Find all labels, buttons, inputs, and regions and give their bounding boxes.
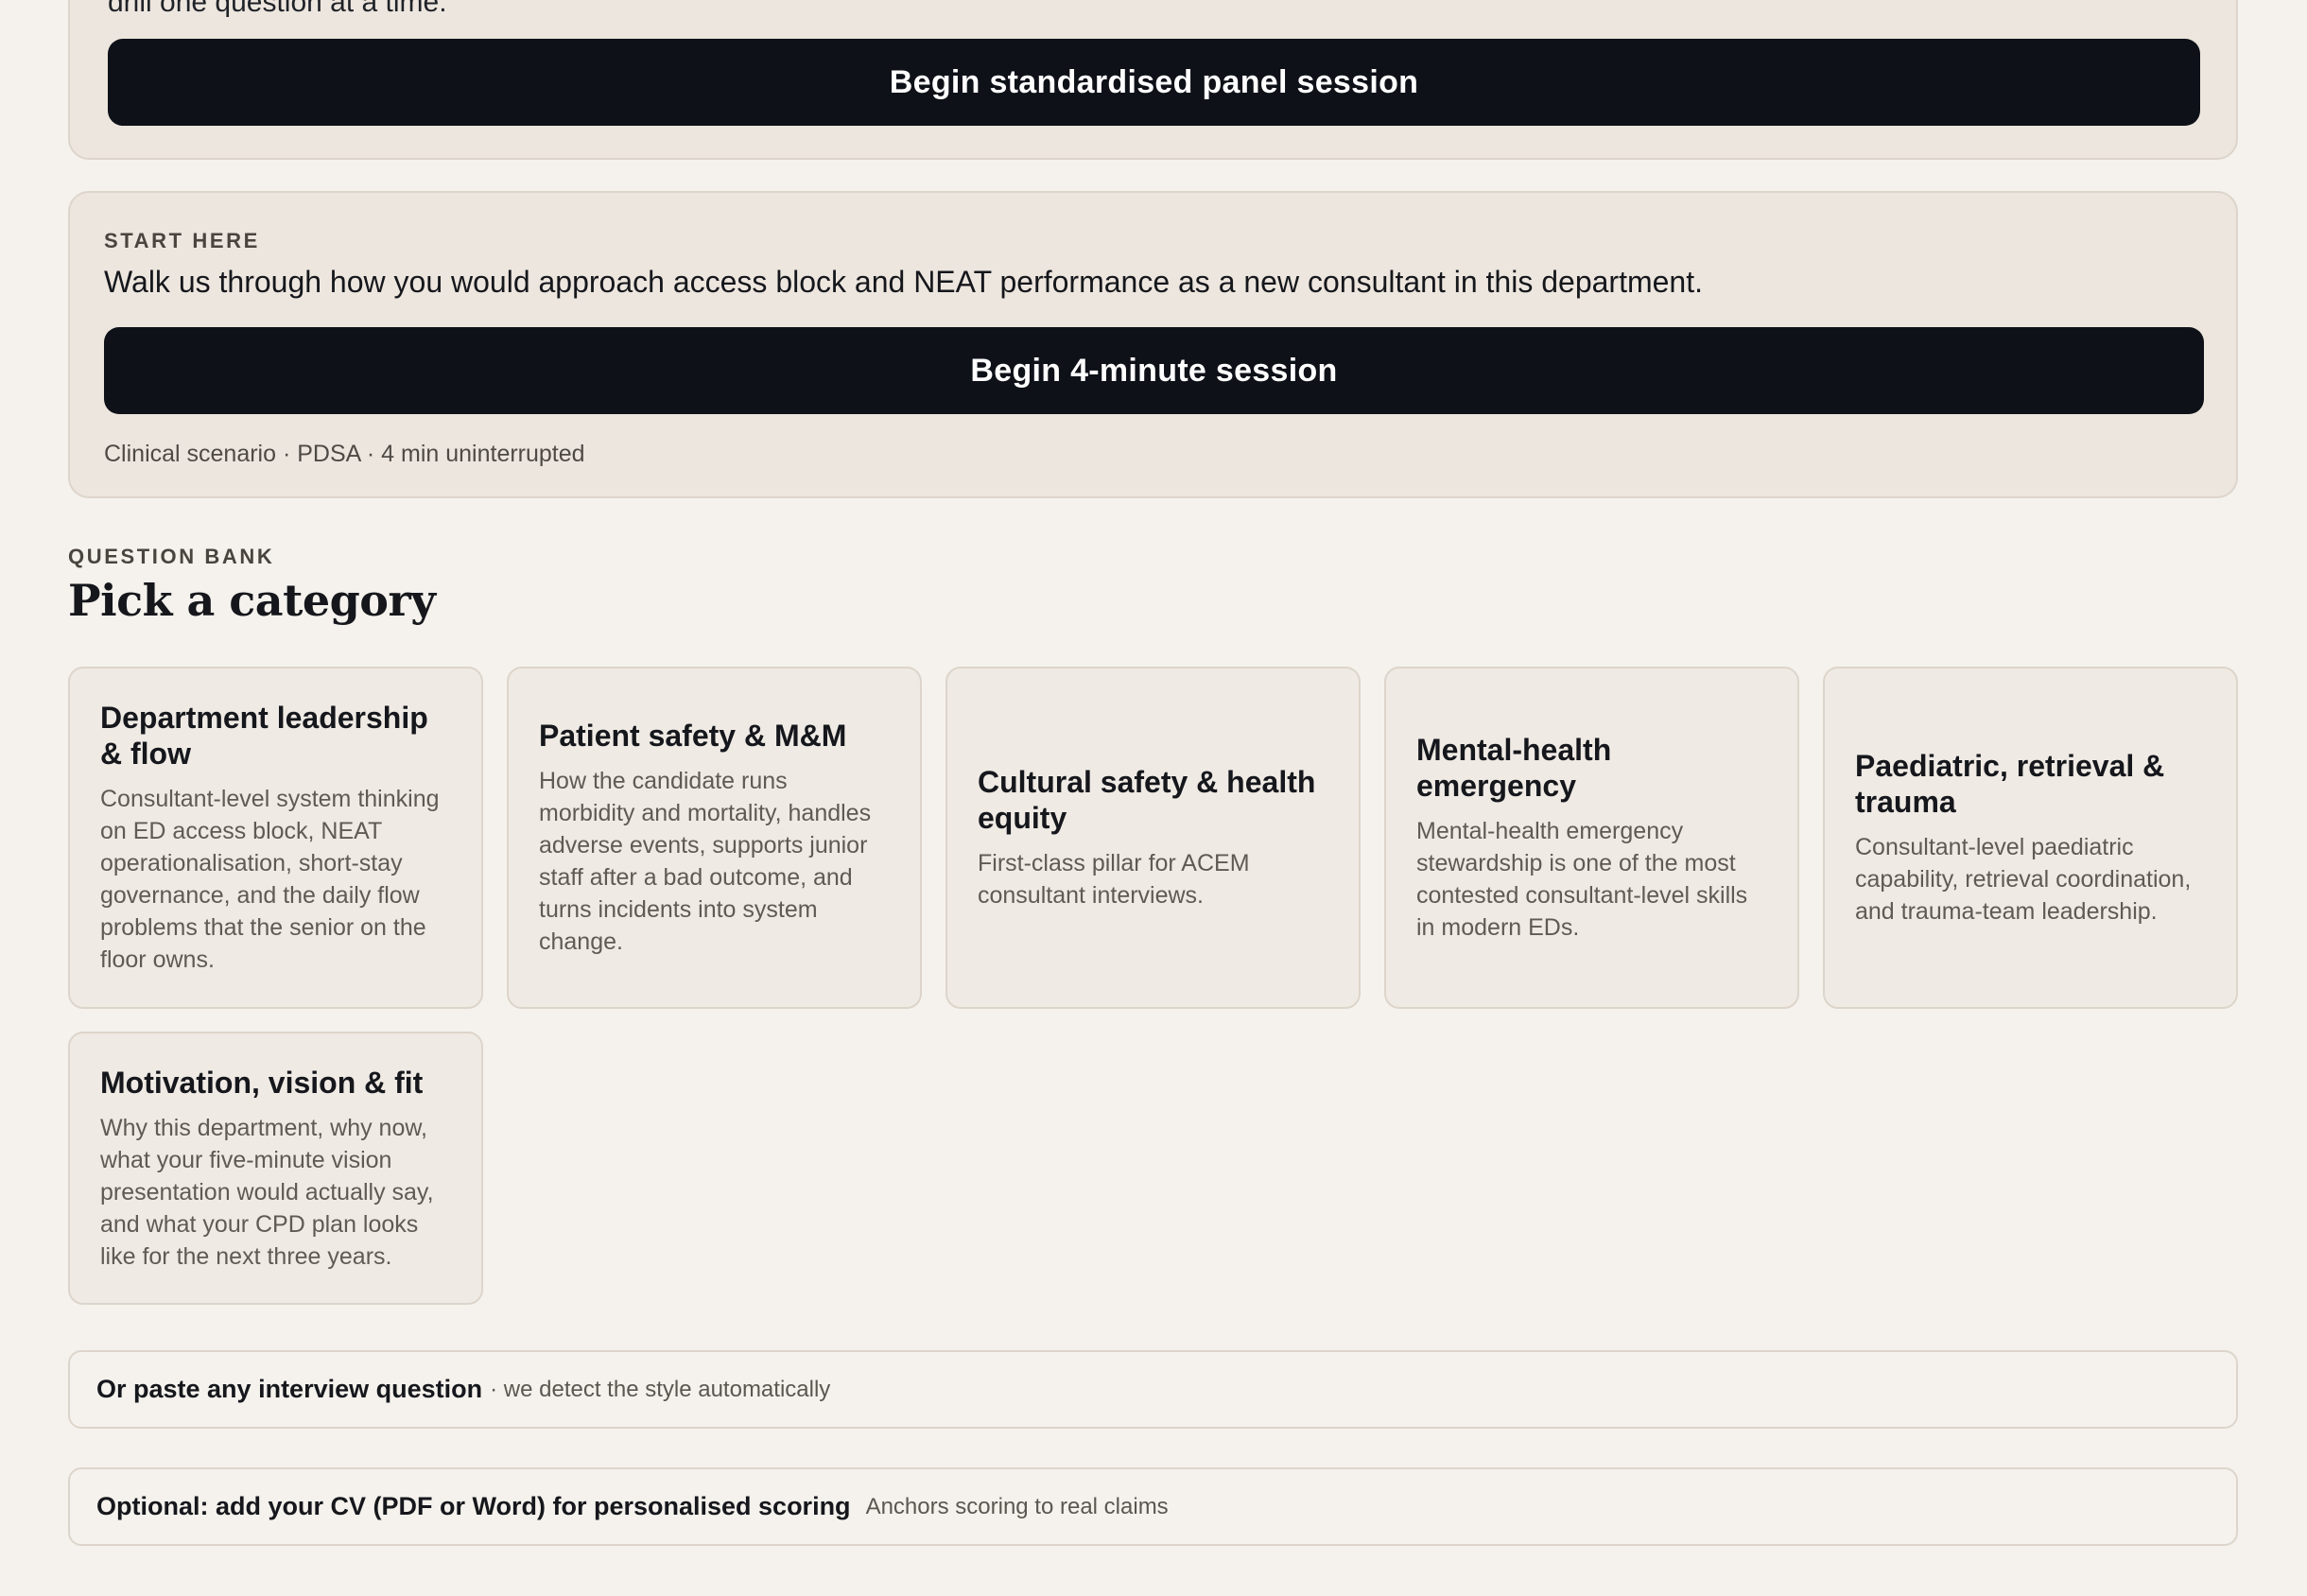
- category-title: Mental-health emergency: [1416, 733, 1612, 803]
- category-card-motivation-vision-fit[interactable]: Motivation, vision & fit Why this depart…: [68, 1032, 483, 1305]
- start-here-card: START HERE Walk us through how you would…: [68, 191, 2238, 498]
- category-card-mental-health[interactable]: Mental-health emergency Mental-health em…: [1384, 667, 1799, 1009]
- category-title: Motivation, vision & fit: [100, 1065, 424, 1100]
- cv-upload-toggle[interactable]: Optional: add your CV (PDF or Word) for …: [68, 1467, 2238, 1546]
- begin-standardised-panel-button[interactable]: Begin standardised panel session: [108, 39, 2200, 126]
- paste-question-toggle[interactable]: Or paste any interview question · we det…: [68, 1350, 2238, 1429]
- category-title: Department leadership & flow: [100, 701, 428, 771]
- cv-upload-hint: Anchors scoring to real claims: [865, 1493, 1169, 1519]
- paste-question-label: Or paste any interview question: [96, 1375, 483, 1403]
- panel-description: drill one question at a time.: [108, 0, 447, 18]
- category-card-cultural-safety[interactable]: Cultural safety & health equity First-cl…: [945, 667, 1361, 1009]
- category-description: Consultant-level paediatric capability, …: [1855, 834, 2192, 925]
- standardised-panel-card: drill one question at a time. Begin stan…: [68, 0, 2238, 160]
- category-description: Why this department, why now, what your …: [100, 1114, 434, 1270]
- category-description: How the candidate runs morbidity and mor…: [539, 768, 872, 955]
- question-bank-eyebrow: QUESTION BANK: [68, 545, 275, 568]
- session-meta: Clinical scenario · PDSA · 4 min uninter…: [104, 441, 585, 467]
- category-card-department-leadership[interactable]: Department leadership & flow Consultant-…: [68, 667, 483, 1009]
- category-card-paediatric-retrieval-trauma[interactable]: Paediatric, retrieval & trauma Consultan…: [1823, 667, 2238, 1009]
- category-title: Cultural safety & health equity: [978, 765, 1316, 835]
- cv-upload-label: Optional: add your CV (PDF or Word) for …: [96, 1492, 851, 1520]
- begin-session-button[interactable]: Begin 4-minute session: [104, 327, 2204, 414]
- category-title: Paediatric, retrieval & trauma: [1855, 749, 2165, 819]
- category-description: Consultant-level system thinking on ED a…: [100, 786, 440, 973]
- start-question: Walk us through how you would approach a…: [104, 265, 1703, 299]
- start-here-eyebrow: START HERE: [104, 229, 260, 252]
- question-bank-title: Pick a category: [68, 575, 436, 626]
- category-card-patient-safety[interactable]: Patient safety & M&M How the candidate r…: [507, 667, 922, 1009]
- page: drill one question at a time. Begin stan…: [0, 0, 2307, 1596]
- paste-question-hint: · we detect the style automatically: [490, 1376, 831, 1402]
- category-description: First-class pillar for ACEM consultant i…: [978, 850, 1250, 909]
- category-description: Mental-health emergency stewardship is o…: [1416, 818, 1748, 941]
- category-title: Patient safety & M&M: [539, 719, 847, 753]
